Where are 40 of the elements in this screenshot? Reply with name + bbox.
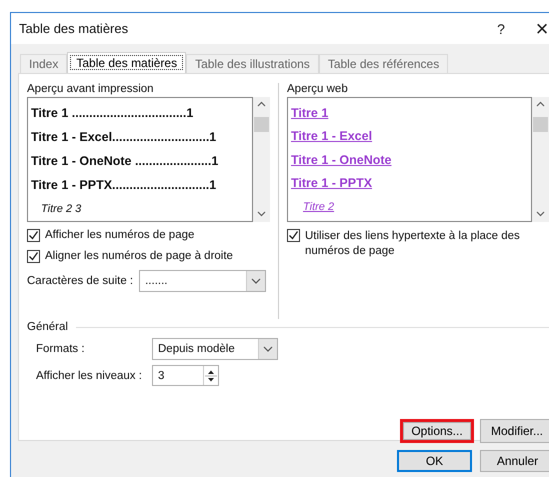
scrollbar[interactable] bbox=[253, 97, 270, 222]
preview-entry: Titre 1 - Excel............................1 bbox=[31, 130, 216, 144]
checkbox[interactable] bbox=[27, 250, 40, 262]
checkbox[interactable] bbox=[287, 229, 300, 242]
window-title: Table des matières bbox=[19, 21, 130, 36]
preview-link[interactable]: Titre 2 bbox=[303, 200, 334, 213]
field-label: Caractères de suite : bbox=[27, 275, 134, 287]
checkbox-label: Afficher les numéros de page bbox=[45, 229, 194, 241]
tab[interactable]: Table des références bbox=[318, 54, 448, 73]
formats-dropdown[interactable]: Depuis modèle bbox=[152, 338, 278, 360]
chevron-down-icon bbox=[251, 278, 262, 284]
preview-link[interactable]: Titre 1 - Excel bbox=[291, 129, 372, 144]
scrollbar[interactable] bbox=[532, 97, 549, 222]
preview-entry: Titre 1 - OneNote ......................1 bbox=[31, 154, 218, 168]
close-button[interactable]: × bbox=[531, 16, 549, 42]
dialog-button[interactable]: Options... bbox=[400, 419, 474, 443]
leader-dropdown[interactable]: ....... bbox=[139, 270, 266, 292]
tab[interactable]: Table des matières bbox=[67, 52, 186, 73]
preview-link[interactable]: Titre 1 - PPTX bbox=[291, 176, 372, 190]
checkbox-label: Aligner les numéros de page à droite bbox=[45, 250, 233, 262]
tab[interactable]: Index bbox=[20, 54, 68, 73]
field-label: Formats : bbox=[36, 343, 86, 355]
preview-entry: Titre 1 .................................1 bbox=[31, 106, 194, 120]
dialog-button[interactable]: Annuler bbox=[480, 450, 549, 472]
dialog-button[interactable]: OK bbox=[397, 450, 472, 472]
levels-spinbox[interactable]: 3 bbox=[152, 365, 219, 386]
help-button[interactable]: ? bbox=[491, 20, 511, 36]
field-label: Afficher les niveaux : bbox=[36, 370, 143, 382]
preview-link[interactable]: Titre 1 - OneNote bbox=[291, 152, 392, 167]
checkbox[interactable] bbox=[27, 228, 40, 242]
tab[interactable]: Table des illustrations bbox=[186, 54, 319, 73]
preview-link[interactable]: Titre 1 bbox=[291, 106, 328, 120]
section-label: Aperçu avant impression bbox=[27, 83, 155, 95]
checkbox-label: Utiliser des liens hypertexte à la place des numéros de page bbox=[305, 229, 521, 259]
section-label: Aperçu web bbox=[287, 83, 349, 95]
preview-entry: Titre 2 3 bbox=[41, 203, 82, 215]
chevron-down-icon bbox=[263, 346, 273, 352]
preview-entry: Titre 1 - PPTX............................1 bbox=[31, 178, 216, 192]
group-title: Général bbox=[27, 321, 68, 333]
dialog-button[interactable]: Modifier... bbox=[480, 419, 549, 443]
